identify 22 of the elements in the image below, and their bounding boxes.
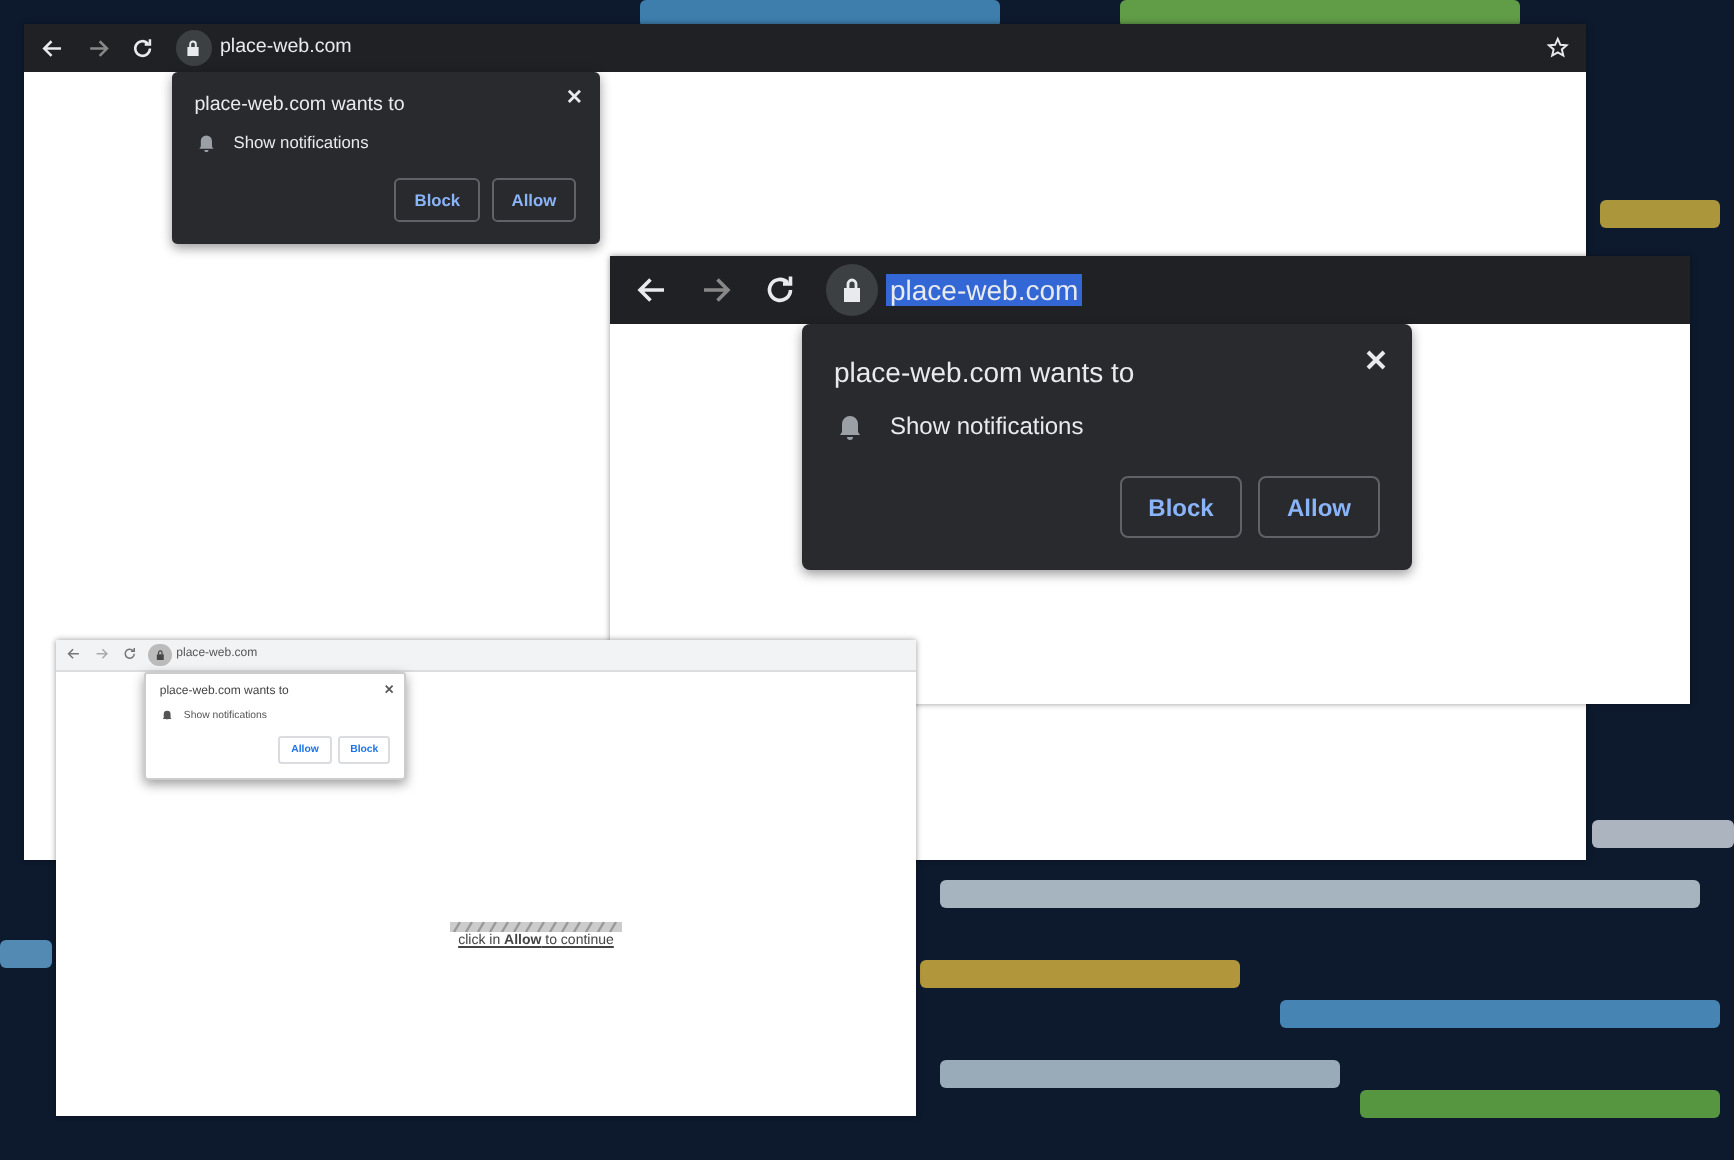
popup-button[interactable]: Block [394,177,481,222]
star-icon[interactable] [1545,36,1570,60]
address-bar-url[interactable]: place-web.com [217,36,355,59]
bell-icon [838,413,862,439]
back-icon[interactable] [40,35,66,61]
bell-icon [161,709,172,721]
permission-label: Show notifications [890,412,1084,440]
bell-icon [197,133,214,152]
popup-button[interactable]: Allow [491,177,577,222]
reload-icon[interactable] [130,35,156,61]
reload-icon[interactable] [762,272,798,308]
popup-title: place-web.com wants to [194,93,405,116]
permission-label: Show notifications [233,132,369,153]
close-icon[interactable] [383,683,394,694]
popup-button[interactable]: Block [1120,476,1242,538]
lock-icon[interactable] [175,29,212,66]
popup-button[interactable]: Allow [1258,476,1380,538]
lock-icon[interactable] [148,643,172,666]
popup-title: place-web.com wants to [834,356,1135,388]
address-bar-url[interactable]: place-web.com [886,274,1083,306]
lock-icon[interactable] [826,264,878,316]
forward-icon[interactable] [85,35,111,61]
